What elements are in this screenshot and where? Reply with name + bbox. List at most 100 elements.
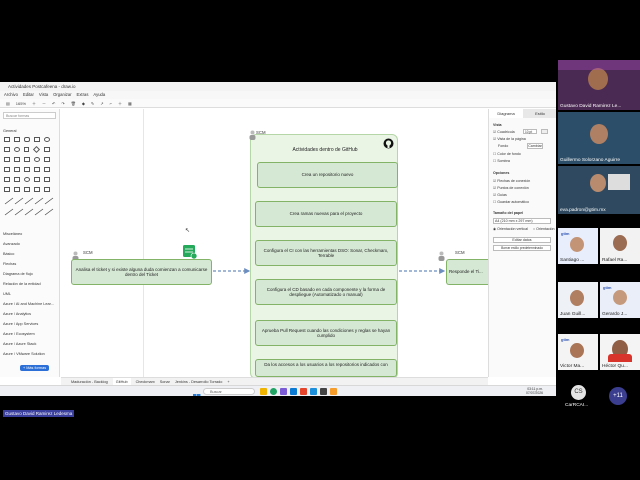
fill-color-icon[interactable]: ◆ bbox=[82, 99, 85, 107]
participant-tile-eva[interactable]: eva.padron@gtim.mx bbox=[558, 166, 640, 214]
taskbar-clock[interactable]: 03:11 p.m. 07/07/2026 bbox=[526, 387, 543, 395]
taskbar-search-input[interactable]: Buscar bbox=[203, 388, 255, 395]
zoom-level[interactable]: 165% bbox=[16, 99, 26, 107]
participant-video bbox=[590, 174, 606, 192]
menu-ayuda[interactable]: Ayuda bbox=[93, 91, 105, 99]
more-shapes-button[interactable]: + Más formas bbox=[20, 365, 50, 371]
shadow-label: Sombra bbox=[497, 159, 510, 163]
section-azure-stack[interactable]: Azure / Azure Stack bbox=[3, 342, 36, 346]
section-azure-vmware[interactable]: Azure / VMware Solution bbox=[3, 352, 45, 356]
file-explorer-icon[interactable] bbox=[260, 388, 267, 395]
shape-search-input[interactable]: Buscar formas bbox=[3, 112, 56, 119]
tab-github[interactable]: GitHub bbox=[112, 378, 131, 385]
gtim-logo: gtim bbox=[561, 337, 570, 342]
participant-tile-juan[interactable]: Juan Guill... bbox=[558, 282, 598, 318]
participant-tile-victor[interactable]: gtim Victor Ma... bbox=[558, 334, 598, 370]
tab-jenkins[interactable]: Jenkins - Desarrollo Torrado bbox=[175, 378, 222, 385]
participant-shirt bbox=[608, 354, 632, 362]
menu-organizar[interactable]: Organizar bbox=[53, 91, 71, 99]
clock-date: 07/07/2026 bbox=[526, 391, 543, 395]
option-autosave[interactable]: ☐ Guardar automático bbox=[493, 200, 529, 204]
participant-name: Santiago ... bbox=[560, 258, 585, 263]
menu-vista[interactable]: Vista bbox=[39, 91, 48, 99]
table-icon[interactable]: ▦ bbox=[128, 99, 132, 107]
menu-editar[interactable]: Editar bbox=[23, 91, 34, 99]
option-label: Flechas de conexión bbox=[497, 179, 531, 183]
grid-color-swatch[interactable] bbox=[541, 129, 548, 134]
participant-tile-carrcai[interactable]: CS CarRCAI... bbox=[558, 384, 598, 412]
section-advanced[interactable]: Avanzado bbox=[3, 242, 20, 246]
participant-tile-guillermo[interactable]: Guillermo Solorzano Aguirre bbox=[558, 112, 640, 164]
more-participants-button[interactable]: +11 bbox=[609, 387, 627, 405]
paper-header: Tamaño del papel bbox=[493, 211, 524, 215]
shape-palette[interactable] bbox=[4, 137, 56, 227]
section-azure-app[interactable]: Azure / App Services bbox=[3, 322, 38, 326]
section-general[interactable]: General bbox=[3, 129, 17, 133]
grid-size-input[interactable]: 10 pt bbox=[523, 129, 537, 134]
tab-sonar[interactable]: Sonar bbox=[160, 378, 170, 385]
toolbar: ▤ 165% ＋ － ↶ ↷ 🗑 ◆ ✎ ↗ ⌐ ＋ ▦ bbox=[0, 99, 556, 108]
tab-diagrama[interactable]: Diagrama bbox=[489, 109, 523, 118]
terminal-icon[interactable] bbox=[320, 388, 327, 395]
section-flowchart[interactable]: Diagrama de flujo bbox=[3, 272, 33, 276]
insert-icon[interactable]: ＋ bbox=[118, 99, 122, 107]
outlook-icon[interactable] bbox=[290, 388, 297, 395]
option-connection-arrows[interactable]: ☑ Flechas de conexión bbox=[493, 179, 530, 183]
section-uml[interactable]: UML bbox=[3, 292, 11, 296]
participant-tile-hector[interactable]: Héctor Qu... bbox=[600, 334, 640, 370]
participant-tile-gustavo[interactable]: Gustavo David Ramirez Le... bbox=[558, 60, 640, 110]
landscape-radio[interactable]: ○ Orientación bbox=[533, 227, 555, 231]
tab-maduracion[interactable]: Maduración - Backlog bbox=[71, 378, 108, 385]
windows-start-icon[interactable] bbox=[193, 388, 201, 396]
undo-icon[interactable]: ↶ bbox=[52, 99, 55, 107]
bg-color-checkbox[interactable]: ☐ Color de fondo bbox=[493, 152, 521, 156]
tab-checkmarx[interactable]: Checkmarx bbox=[136, 378, 155, 385]
section-azure-ai[interactable]: Azure / AI and Machine Lear... bbox=[3, 302, 54, 306]
drawio-icon[interactable] bbox=[330, 388, 337, 395]
section-misc[interactable]: Misceláneo bbox=[3, 232, 22, 236]
teams-icon[interactable] bbox=[280, 388, 287, 395]
participant-name: Rafael Ra... bbox=[602, 258, 628, 263]
option-connection-points[interactable]: ☑ Puntos de conexión bbox=[493, 186, 529, 190]
participant-name: Juan Guill... bbox=[560, 312, 586, 317]
section-azure-analytics[interactable]: Azure / Analytics bbox=[3, 312, 31, 316]
section-basic[interactable]: Básico bbox=[3, 252, 14, 256]
add-page-button[interactable]: + bbox=[227, 378, 229, 385]
vscode-icon[interactable] bbox=[310, 388, 317, 395]
waypoint-icon[interactable]: ⌐ bbox=[110, 99, 112, 107]
participant-name: Gerardo J... bbox=[602, 312, 628, 317]
page-tabs: Maduración - Backlog GitHub Checkmarx So… bbox=[61, 377, 488, 385]
participant-name: Héctor Qu... bbox=[602, 364, 628, 369]
office-icon[interactable] bbox=[300, 388, 307, 395]
portrait-radio[interactable]: ◉ Orientación vertical bbox=[493, 227, 528, 231]
edit-data-button[interactable]: Editar datos bbox=[493, 237, 551, 243]
page-view-checkbox[interactable]: ☑ Vista de la página bbox=[493, 137, 526, 141]
chrome-icon[interactable] bbox=[270, 388, 277, 395]
delete-icon[interactable]: 🗑 bbox=[71, 99, 76, 107]
menu-extras[interactable]: Extras bbox=[77, 91, 89, 99]
zoom-in-icon[interactable]: ＋ bbox=[32, 99, 36, 107]
change-background-button[interactable]: Cambiar bbox=[527, 143, 543, 149]
clear-default-style-button[interactable]: Borrar estilo predeterminado bbox=[493, 245, 551, 251]
section-entity[interactable]: Relación de la entidad bbox=[3, 282, 41, 286]
format-panel: Diagrama Estilo Vista ☑ Cuadrícula 10 pt… bbox=[488, 109, 556, 377]
participant-tile-santiago[interactable]: gtim Santiago ... bbox=[558, 228, 598, 264]
participant-tile-rafael[interactable]: Rafael Ra... bbox=[600, 228, 640, 264]
connector-icon[interactable]: ↗ bbox=[100, 99, 103, 107]
mouse-cursor-icon: ↖ bbox=[185, 228, 191, 234]
shadow-checkbox[interactable]: ☐ Sombra bbox=[493, 159, 510, 163]
tab-estilo[interactable]: Estilo bbox=[523, 109, 556, 118]
participant-tile-gerardo[interactable]: gtim Gerardo J... bbox=[600, 282, 640, 318]
sidebar-toggle-icon[interactable]: ▤ bbox=[6, 99, 10, 107]
monitor-in-background bbox=[608, 174, 630, 190]
section-azure-ecosystem[interactable]: Azure / Ecosystem bbox=[3, 332, 35, 336]
redo-icon[interactable]: ↷ bbox=[61, 99, 64, 107]
paper-size-select[interactable]: A4 (210 mm x 297 mm) bbox=[493, 218, 551, 224]
menu-archivo[interactable]: Archivo bbox=[4, 91, 18, 99]
line-color-icon[interactable]: ✎ bbox=[91, 99, 94, 107]
option-guides[interactable]: ☑ Guías bbox=[493, 193, 507, 197]
section-arrows[interactable]: Flechas bbox=[3, 262, 16, 266]
diagram-canvas[interactable]: Actividades dentro de GitHub SCM Crea un… bbox=[61, 109, 488, 379]
grid-checkbox[interactable]: ☑ Cuadrícula bbox=[493, 130, 515, 134]
zoom-out-icon[interactable]: － bbox=[42, 99, 46, 107]
